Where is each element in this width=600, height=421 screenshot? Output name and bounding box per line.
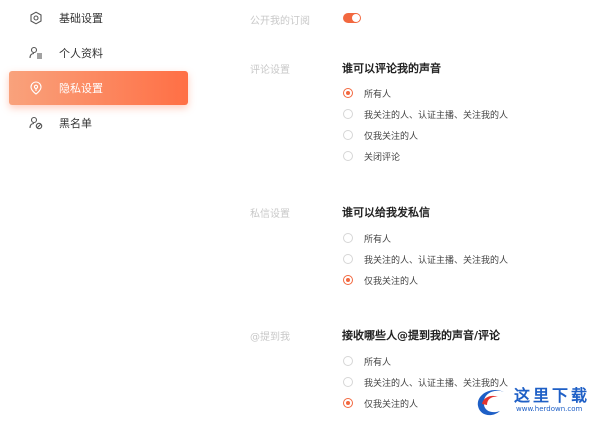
- comment-option-everyone[interactable]: 所有人: [343, 86, 391, 100]
- message-option-following-verified-followers[interactable]: 我关注的人、认证主播、关注我的人: [343, 252, 508, 266]
- radio-button[interactable]: [343, 356, 353, 366]
- option-label: 仅我关注的人: [364, 399, 419, 410]
- shield-icon: [29, 81, 43, 95]
- subscription-toggle[interactable]: [343, 13, 361, 23]
- message-option-everyone[interactable]: 所有人: [343, 231, 391, 245]
- comment-option-disable[interactable]: 关闭评论: [343, 149, 400, 163]
- radio-button[interactable]: [343, 109, 353, 119]
- comment-option-following-verified-followers[interactable]: 我关注的人、认证主播、关注我的人: [343, 107, 508, 121]
- option-label: 仅我关注的人: [364, 276, 419, 287]
- sidebar-item-label: 基础设置: [59, 12, 103, 25]
- sidebar: 基础设置 个人资料 隐私设置 黑名单: [0, 0, 200, 421]
- option-label: 仅我关注的人: [364, 131, 419, 142]
- mention-option-following-only[interactable]: 仅我关注的人: [343, 396, 418, 410]
- option-label: 关闭评论: [364, 152, 401, 163]
- swoosh-logo-icon: [477, 389, 504, 416]
- radio-button[interactable]: [343, 130, 353, 140]
- message-option-following-only[interactable]: 仅我关注的人: [343, 273, 418, 287]
- sidebar-item-label: 个人资料: [59, 47, 103, 60]
- sidebar-item-privacy-settings[interactable]: 隐私设置: [9, 71, 188, 105]
- subscription-label: 公开我的订阅: [250, 16, 310, 27]
- sidebar-item-blacklist[interactable]: 黑名单: [9, 106, 188, 140]
- user-list-icon: [29, 46, 43, 60]
- radio-button[interactable]: [343, 398, 353, 408]
- sidebar-item-label: 黑名单: [59, 117, 92, 130]
- mention-heading: 接收哪些人@提到我的声音/评论: [342, 329, 501, 342]
- user-block-icon: [29, 116, 43, 130]
- message-settings-label: 私信设置: [250, 209, 290, 220]
- radio-button[interactable]: [343, 377, 353, 387]
- option-label: 所有人: [364, 89, 392, 100]
- gear-icon: [29, 11, 43, 25]
- option-label: 所有人: [364, 234, 392, 245]
- option-label: 我关注的人、认证主播、关注我的人: [364, 255, 509, 266]
- option-label: 所有人: [364, 357, 392, 368]
- comment-option-following-only[interactable]: 仅我关注的人: [343, 128, 418, 142]
- radio-button[interactable]: [343, 233, 353, 243]
- sidebar-item-label: 隐私设置: [59, 82, 103, 95]
- option-label: 我关注的人、认证主播、关注我的人: [364, 110, 509, 121]
- radio-button[interactable]: [343, 275, 353, 285]
- sidebar-item-basic-settings[interactable]: 基础设置: [9, 1, 188, 35]
- mention-settings-label: @提到我: [250, 332, 290, 343]
- radio-button[interactable]: [343, 151, 353, 161]
- mention-option-everyone[interactable]: 所有人: [343, 354, 391, 368]
- comment-settings-label: 评论设置: [250, 65, 290, 76]
- watermark-title: 这里下载: [514, 386, 591, 405]
- radio-button[interactable]: [343, 88, 353, 98]
- watermark-url: www.herdown.com: [516, 405, 583, 413]
- radio-button[interactable]: [343, 254, 353, 264]
- message-heading: 谁可以给我发私信: [342, 206, 430, 219]
- comment-heading: 谁可以评论我的声音: [342, 62, 441, 75]
- sidebar-item-profile[interactable]: 个人资料: [9, 36, 188, 70]
- watermark-logo: 这里下载 www.herdown.com: [470, 380, 600, 421]
